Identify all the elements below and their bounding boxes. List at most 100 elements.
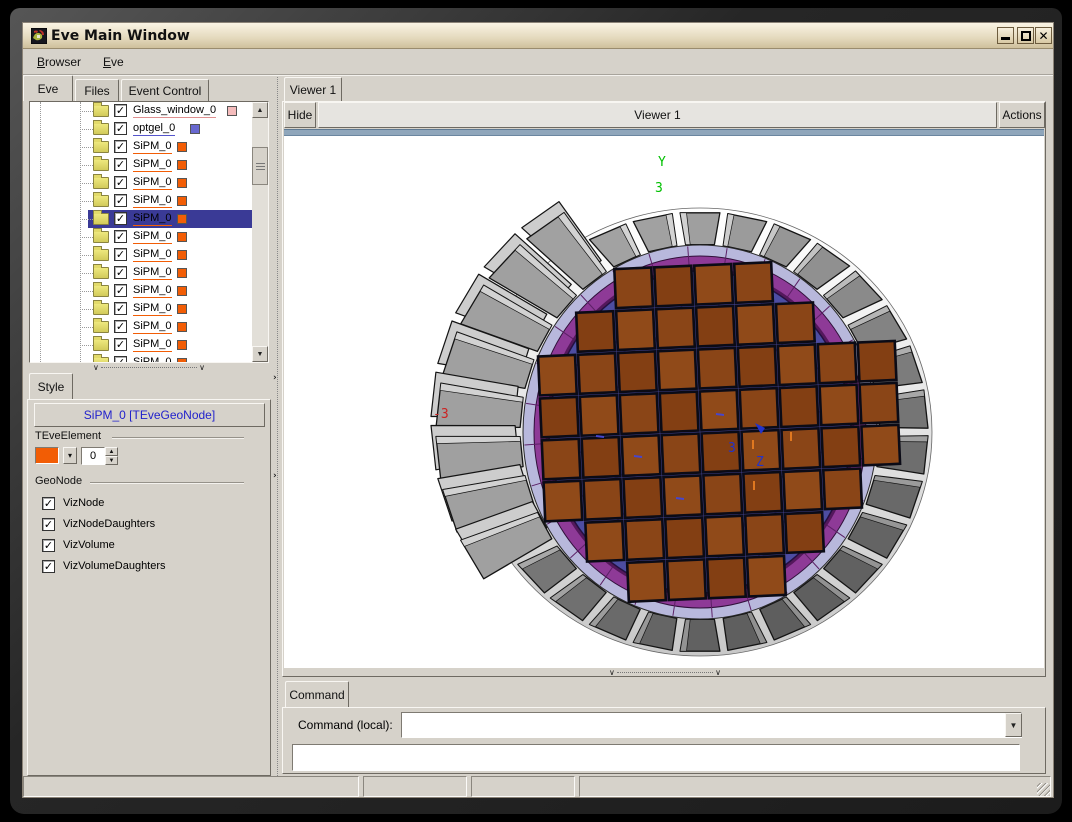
tab-files[interactable]: Files — [75, 79, 119, 101]
tree-row[interactable]: ✓ SiPM_0 — [30, 138, 252, 156]
node-checkbox[interactable]: ✓ — [114, 176, 127, 189]
node-checkbox[interactable]: ✓ — [114, 194, 127, 207]
node-label[interactable]: SiPM_0 — [133, 320, 172, 334]
menu-browser[interactable]: Browser — [35, 53, 83, 71]
tree-row[interactable]: ✓ SiPM_0 — [30, 228, 252, 246]
tree-row[interactable]: ✓ SiPM_0 — [30, 354, 252, 363]
viz-checkbox[interactable]: ✓ — [42, 518, 55, 531]
tree-row[interactable]: ✓ SiPM_0 — [30, 192, 252, 210]
node-label[interactable]: optgel_0 — [133, 122, 175, 136]
scroll-down-button[interactable]: ▼ — [252, 346, 268, 362]
scrollbar-thumb[interactable] — [252, 147, 268, 185]
color-dropdown-button[interactable]: ▾ — [63, 447, 77, 464]
node-checkbox[interactable]: ✓ — [114, 122, 127, 135]
tree-row[interactable]: ✓ SiPM_0 — [30, 156, 252, 174]
node-checkbox[interactable]: ✓ — [114, 140, 127, 153]
tree-row[interactable]: ✓ SiPM_0 — [30, 174, 252, 192]
tree-row[interactable]: ✓ Glass_window_0 — [30, 102, 252, 120]
tree-connector — [80, 309, 93, 310]
tree-connector — [80, 219, 93, 220]
panel-splitter[interactable] — [277, 77, 278, 776]
viz-checkbox[interactable]: ✓ — [42, 497, 55, 510]
node-label[interactable]: SiPM_0 — [133, 248, 172, 262]
chevron-right-icon[interactable]: › — [273, 373, 277, 383]
folder-icon — [93, 123, 109, 135]
tree-guide-line — [80, 102, 81, 363]
tree-row[interactable]: ✓ SiPM_0 — [30, 264, 252, 282]
color-picker-swatch[interactable] — [35, 447, 59, 464]
node-label[interactable]: SiPM_0 — [133, 266, 172, 280]
node-checkbox[interactable]: ✓ — [114, 158, 127, 171]
node-label[interactable]: SiPM_0 — [133, 194, 172, 208]
selected-object-header[interactable]: SiPM_0 [TEveGeoNode] — [34, 403, 265, 427]
node-checkbox[interactable]: ✓ — [114, 284, 127, 297]
actions-button[interactable]: Actions — [999, 102, 1045, 128]
hide-button[interactable]: Hide — [284, 102, 316, 128]
tree-row[interactable]: ✓ SiPM_0 — [30, 300, 252, 318]
chevron-right-icon[interactable]: › — [273, 471, 277, 481]
gl-viewer-canvas[interactable]: Y3-33Z — [284, 136, 1044, 668]
viewer-splitter[interactable]: ∨ ∨ — [609, 668, 721, 677]
node-checkbox[interactable]: ✓ — [114, 302, 127, 315]
chevron-down-icon: ∨ — [199, 363, 205, 372]
node-checkbox[interactable]: ✓ — [114, 104, 127, 117]
tab-command[interactable]: Command — [285, 681, 349, 707]
command-history-dropdown[interactable]: ▼ — [1005, 713, 1022, 737]
maximize-icon — [1021, 31, 1031, 41]
splitter-dots — [617, 672, 713, 673]
tree-row[interactable]: ✓ SiPM_0 — [30, 282, 252, 300]
transparency-spinbox[interactable]: 0 — [81, 447, 105, 465]
spin-up-button[interactable]: ▲ — [105, 447, 118, 456]
node-label[interactable]: Glass_window_0 — [133, 104, 216, 118]
tree-row[interactable]: ✓ SiPM_0 — [30, 318, 252, 336]
tree-row[interactable]: ✓ optgel_0 — [30, 120, 252, 138]
title-bar[interactable]: Eve Main Window ✕ — [23, 23, 1053, 49]
node-label[interactable]: SiPM_0 — [133, 230, 172, 244]
node-checkbox[interactable]: ✓ — [114, 248, 127, 261]
resize-grip[interactable] — [1037, 783, 1050, 796]
svg-text:3: 3 — [655, 181, 663, 196]
node-label[interactable]: SiPM_0 — [133, 212, 172, 226]
node-label[interactable]: SiPM_0 — [133, 140, 172, 154]
node-checkbox[interactable]: ✓ — [114, 212, 127, 225]
node-label[interactable]: SiPM_0 — [133, 356, 172, 363]
maximize-button[interactable] — [1017, 27, 1034, 44]
tree-connector — [80, 327, 93, 328]
thumb-grip-icon — [256, 163, 265, 170]
viewer-title-bar[interactable]: Viewer 1 — [318, 102, 997, 128]
command-input[interactable] — [401, 712, 1022, 738]
scroll-up-button[interactable]: ▲ — [252, 102, 268, 118]
tree-connector — [80, 165, 93, 166]
folder-icon — [93, 321, 109, 333]
node-label[interactable]: SiPM_0 — [133, 338, 172, 352]
chevron-down-icon: ∨ — [609, 668, 615, 677]
menu-eve[interactable]: Eve — [101, 53, 126, 71]
close-button[interactable]: ✕ — [1035, 27, 1052, 44]
tab-style[interactable]: Style — [29, 373, 73, 399]
viewer-dock-handle[interactable] — [284, 129, 1044, 136]
viz-checkbox[interactable]: ✓ — [42, 539, 55, 552]
tab-viewer-1[interactable]: Viewer 1 — [284, 77, 342, 101]
tree-row[interactable]: ✓ SiPM_0 — [30, 336, 252, 354]
tree-row[interactable]: ✓ SiPM_0 — [30, 210, 252, 228]
tree-splitter[interactable]: ∨ ∨ — [93, 363, 205, 372]
command-output[interactable] — [292, 744, 1020, 771]
tree-scrollbar[interactable] — [252, 102, 268, 362]
spin-down-button[interactable]: ▼ — [105, 456, 118, 465]
spin-up-icon: ▲ — [109, 449, 115, 455]
node-label[interactable]: SiPM_0 — [133, 302, 172, 316]
node-checkbox[interactable]: ✓ — [114, 230, 127, 243]
tab-eve[interactable]: Eve — [23, 75, 73, 101]
node-checkbox[interactable]: ✓ — [114, 356, 127, 363]
node-label[interactable]: SiPM_0 — [133, 284, 172, 298]
minimize-button[interactable] — [997, 27, 1014, 44]
node-label[interactable]: SiPM_0 — [133, 176, 172, 190]
node-checkbox[interactable]: ✓ — [114, 320, 127, 333]
tree-guide-line — [40, 102, 41, 362]
node-label[interactable]: SiPM_0 — [133, 158, 172, 172]
tree-row[interactable]: ✓ SiPM_0 — [30, 246, 252, 264]
node-checkbox[interactable]: ✓ — [114, 266, 127, 279]
viz-checkbox[interactable]: ✓ — [42, 560, 55, 573]
node-checkbox[interactable]: ✓ — [114, 338, 127, 351]
tab-event-control[interactable]: Event Control — [121, 79, 209, 101]
